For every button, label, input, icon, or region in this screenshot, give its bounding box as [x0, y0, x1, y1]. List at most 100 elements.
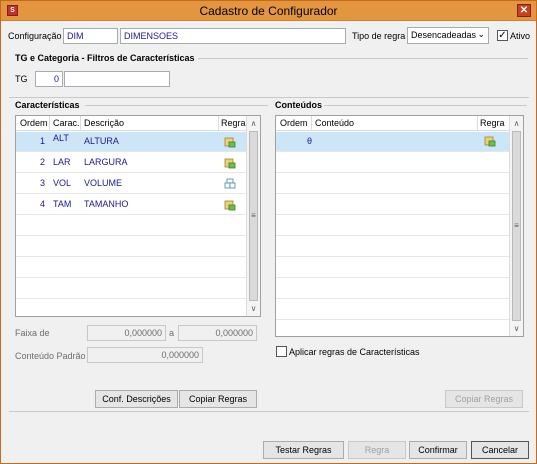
table-row[interactable]: θ: [276, 132, 510, 152]
scroll-up-icon[interactable]: ∧: [247, 117, 260, 130]
cell-ordem: 3: [40, 178, 46, 188]
conf-descricoes-button[interactable]: Conf. Descrições: [95, 390, 178, 408]
table-row-empty: [16, 237, 247, 257]
table-row-empty: [276, 174, 510, 194]
conteudos-divider: [324, 105, 527, 106]
cell-ordem: θ: [307, 136, 313, 146]
table-row[interactable]: 4 TAM TAMANHO: [16, 195, 247, 215]
aplicar-regras-checkbox[interactable]: [276, 346, 287, 357]
chevron-down-icon: ⌄: [477, 29, 485, 39]
conteudos-scrollbar[interactable]: ∧ ≡ ∨: [509, 116, 523, 336]
dialog-window: S Cadastro de Configurador ✕ Configuraçã…: [0, 0, 537, 464]
cell-descricao: LARGURA: [84, 157, 128, 167]
cell-ordem: 4: [40, 199, 46, 209]
table-row-empty: [276, 153, 510, 173]
caracteristicas-scrollbar[interactable]: ∧ ≡ ∨: [246, 116, 260, 316]
cell-carac: TAM: [53, 199, 72, 209]
faixa-label: Faixa de: [15, 328, 50, 338]
rule-lock-icon[interactable]: [484, 135, 496, 147]
table-row-empty: [276, 258, 510, 278]
table-row[interactable]: 3 VOL VOLUME: [16, 174, 247, 194]
table-row-empty: [16, 279, 247, 299]
ativo-checkbox[interactable]: ✓: [497, 30, 508, 41]
table-row-empty: [16, 258, 247, 278]
aplicar-regras-label: Aplicar regras de Características: [289, 347, 420, 357]
table-row-empty: [276, 195, 510, 215]
tg-value-field[interactable]: 0: [35, 71, 63, 87]
config-label: Configuração: [8, 31, 62, 41]
cell-ordem: 2: [40, 157, 46, 167]
col-ordem[interactable]: Ordem: [20, 118, 48, 128]
rule-lock-icon[interactable]: [224, 136, 236, 148]
cell-ordem: 1: [40, 136, 46, 146]
tg-label: TG: [15, 74, 28, 84]
rule-puzzle-icon[interactable]: [224, 178, 236, 190]
cell-descricao: VOLUME: [84, 178, 123, 188]
table-row-empty: [16, 216, 247, 236]
col-regra[interactable]: Regra: [480, 118, 505, 128]
tg-section-divider: [198, 58, 528, 59]
scroll-up-icon[interactable]: ∧: [510, 117, 523, 130]
col-carac[interactable]: Carac.: [53, 118, 80, 128]
table-row-empty: [276, 300, 510, 320]
table-row-empty: [276, 279, 510, 299]
cell-carac: LAR: [53, 157, 71, 167]
grip-icon: ≡: [514, 221, 519, 230]
scroll-thumb[interactable]: ≡: [249, 131, 258, 301]
close-button[interactable]: ✕: [517, 4, 531, 17]
grip-icon: ≡: [251, 211, 256, 220]
regra-button[interactable]: Regra: [348, 441, 406, 459]
faixa-a-label: a: [169, 328, 175, 338]
config-code-field[interactable]: DIM: [63, 28, 118, 44]
scroll-down-icon[interactable]: ∨: [247, 302, 260, 315]
conteudos-grid-header: Ordem Conteúdo Regra: [276, 116, 510, 131]
faixa-from-field[interactable]: 0,000000: [87, 325, 166, 341]
title-bar: S Cadastro de Configurador ✕: [1, 1, 536, 21]
scroll-thumb[interactable]: ≡: [512, 131, 521, 321]
faixa-to-field[interactable]: 0,000000: [178, 325, 257, 341]
col-divider: [477, 116, 478, 131]
testar-regras-button[interactable]: Testar Regras: [263, 441, 344, 459]
rule-type-select[interactable]: Desencadeadas ⌄: [407, 27, 489, 44]
copiar-regras-conteudos-button[interactable]: Copiar Regras: [445, 390, 523, 408]
tg-section-title: TG e Categoria - Filtros de Característi…: [15, 53, 195, 63]
col-divider: [218, 116, 219, 131]
copiar-regras-caracteristicas-button[interactable]: Copiar Regras: [179, 390, 257, 408]
rule-type-value: Desencadeadas: [411, 30, 477, 40]
rule-lock-icon[interactable]: [224, 157, 236, 169]
cell-descricao: ALTURA: [84, 136, 119, 146]
config-desc-field[interactable]: DIMENSOES: [120, 28, 346, 44]
footer-divider: [9, 411, 529, 412]
conteudo-padrao-field[interactable]: 0,000000: [87, 347, 203, 363]
confirmar-button[interactable]: Confirmar: [409, 441, 467, 459]
caracteristicas-grid-header: Ordem Carac. Descrição Regra: [16, 116, 247, 131]
rule-type-label: Tipo de regra: [352, 31, 406, 41]
window-title: Cadastro de Configurador: [199, 4, 338, 18]
col-divider: [80, 116, 81, 131]
table-row[interactable]: 2 LAR LARGURA: [16, 153, 247, 173]
col-regra[interactable]: Regra: [221, 118, 246, 128]
conteudos-title: Conteúdos: [275, 100, 322, 110]
caracteristicas-title: Características: [15, 100, 80, 110]
scroll-down-icon[interactable]: ∨: [510, 322, 523, 335]
rule-lock-icon[interactable]: [224, 199, 236, 211]
cancelar-button[interactable]: Cancelar: [471, 441, 529, 459]
caracteristicas-grid[interactable]: Ordem Carac. Descrição Regra 1 ALT ALTUR…: [15, 115, 261, 317]
table-row[interactable]: 1 ALT ALTURA: [16, 132, 247, 152]
cell-carac: VOL: [53, 178, 72, 188]
cell-carac: ALT: [53, 133, 69, 143]
conteudo-padrao-label: Conteúdo Padrão: [15, 351, 86, 361]
col-divider: [311, 116, 312, 131]
col-ordem[interactable]: Ordem: [280, 118, 308, 128]
section-divider: [9, 97, 529, 98]
caracteristicas-divider: [85, 105, 268, 106]
tg-desc-field[interactable]: [64, 71, 170, 87]
col-conteudo[interactable]: Conteúdo: [315, 118, 354, 128]
conteudos-grid[interactable]: Ordem Conteúdo Regra θ ∧ ≡ ∨: [275, 115, 524, 337]
table-row-empty: [276, 237, 510, 257]
cell-descricao: TAMANHO: [84, 199, 129, 209]
col-divider: [49, 116, 50, 131]
table-row-empty: [276, 216, 510, 236]
col-descricao[interactable]: Descrição: [84, 118, 124, 128]
ativo-label: Ativo: [510, 31, 531, 41]
